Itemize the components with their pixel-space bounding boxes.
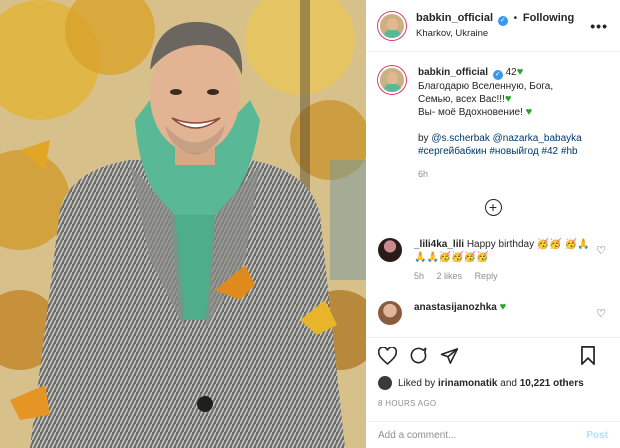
location-link[interactable]: Kharkov, Ukraine	[416, 28, 590, 39]
posted-time: 8 HOURS AGO	[378, 399, 437, 408]
more-options-icon[interactable]: •••	[590, 18, 608, 34]
commenter-username[interactable]: _lili4ka_lili	[414, 239, 464, 250]
caption: babkin_official ✓ 42♥ Благодарю Вселенну…	[378, 66, 608, 181]
comment-body: _lili4ka_lili Happy birthday 🥳🥳 🥳🙏🙏🙏🥳🥳🥳🥳…	[414, 238, 594, 283]
avatar-hood	[384, 29, 401, 38]
author-username[interactable]: babkin_official	[416, 12, 493, 24]
post-comment-button[interactable]: Post	[586, 430, 608, 441]
comment-reply-button[interactable]: Reply	[475, 271, 498, 281]
comment-item: _lili4ka_lili Happy birthday 🥳🥳 🥳🙏🙏🙏🥳🥳🥳🥳…	[378, 238, 608, 283]
comment-like-heart-icon[interactable]: ♡	[596, 307, 606, 320]
liked-by-and: and	[500, 377, 517, 389]
commenter-username[interactable]: anastasijanozhka	[414, 302, 497, 313]
mention-link[interactable]: @s.scherbak	[431, 133, 490, 144]
share-paper-plane-icon[interactable]	[440, 347, 459, 368]
caption-line-1: Благодарю Вселенную, Бога, Семью, всех В…	[418, 81, 554, 105]
action-icons	[377, 345, 608, 368]
bookmark-icon[interactable]	[580, 346, 596, 368]
hashtag-link[interactable]: #hb	[561, 146, 578, 157]
hashtag-link[interactable]: #новыйгод	[489, 146, 538, 157]
post-photo[interactable]	[0, 0, 366, 448]
photo-illustration	[0, 0, 366, 448]
mention-link[interactable]: @nazarka_babayka	[493, 133, 582, 144]
green-heart-icon: ♥	[516, 66, 524, 78]
comment-like-heart-icon[interactable]: ♡	[596, 244, 606, 257]
post-side-panel: babkin_official ✓ • Following Kharkov, U…	[366, 0, 620, 448]
like-heart-icon[interactable]	[377, 345, 398, 368]
caption-username[interactable]: babkin_official	[418, 67, 488, 78]
green-heart-icon: ♥	[525, 106, 533, 118]
add-comment-input[interactable]	[378, 429, 587, 441]
post-header: babkin_official ✓ • Following Kharkov, U…	[366, 0, 620, 52]
commenter-avatar[interactable]	[378, 238, 402, 262]
post-actions: Liked by irinamonatik and 10,221 others …	[366, 337, 620, 421]
instagram-post-view: babkin_official ✓ • Following Kharkov, U…	[0, 0, 620, 448]
comment-bubble-icon[interactable]	[409, 346, 428, 368]
load-more-comments-button[interactable]: +	[484, 199, 502, 216]
liker-avatar[interactable]	[378, 376, 392, 390]
comment-item: anastasijanozhka ♥ ♡	[378, 301, 608, 325]
caption-avatar[interactable]	[378, 66, 406, 94]
follow-status-button[interactable]: Following	[523, 12, 574, 24]
comment-body: anastasijanozhka ♥	[414, 301, 594, 325]
hashtag-link[interactable]: #42	[541, 146, 558, 157]
caption-time: 6h	[418, 169, 429, 179]
commenter-avatar[interactable]	[378, 301, 402, 325]
avatar-hood	[384, 84, 401, 92]
caption-by: by	[418, 133, 429, 144]
green-heart-icon: ♥	[499, 301, 507, 313]
header-text: babkin_official ✓ • Following Kharkov, U…	[416, 12, 590, 39]
comment-text: Happy birthday	[466, 239, 535, 250]
verified-icon: ✓	[497, 16, 508, 26]
author-avatar[interactable]	[378, 11, 406, 40]
liked-by-row: Liked by irinamonatik and 10,221 others	[378, 376, 608, 390]
liked-by-count-link[interactable]: 10,221 others	[520, 378, 584, 389]
caption-line-2: Вы- моё Вдохновение!	[418, 107, 523, 118]
add-comment-bar: Post	[366, 421, 620, 448]
comment-meta: 5h 2 likes Reply	[414, 270, 594, 283]
green-heart-icon: ♥	[504, 93, 512, 105]
hashtag-link[interactable]: #сергейбабкин	[418, 146, 487, 157]
verified-icon: ✓	[492, 70, 503, 80]
liked-by-user-link[interactable]: irinamonatik	[438, 378, 497, 389]
caption-number: 42	[505, 67, 517, 78]
separator-dot: •	[513, 13, 518, 24]
liked-by-prefix: Liked by	[398, 377, 436, 389]
comment-likes-link[interactable]: 2 likes	[437, 271, 463, 281]
comments-list[interactable]: babkin_official ✓ 42♥ Благодарю Вселенну…	[366, 52, 620, 337]
comment-time: 5h	[414, 271, 425, 281]
avatar-face	[387, 17, 398, 31]
caption-text: babkin_official ✓ 42♥ Благодарю Вселенну…	[418, 66, 588, 181]
